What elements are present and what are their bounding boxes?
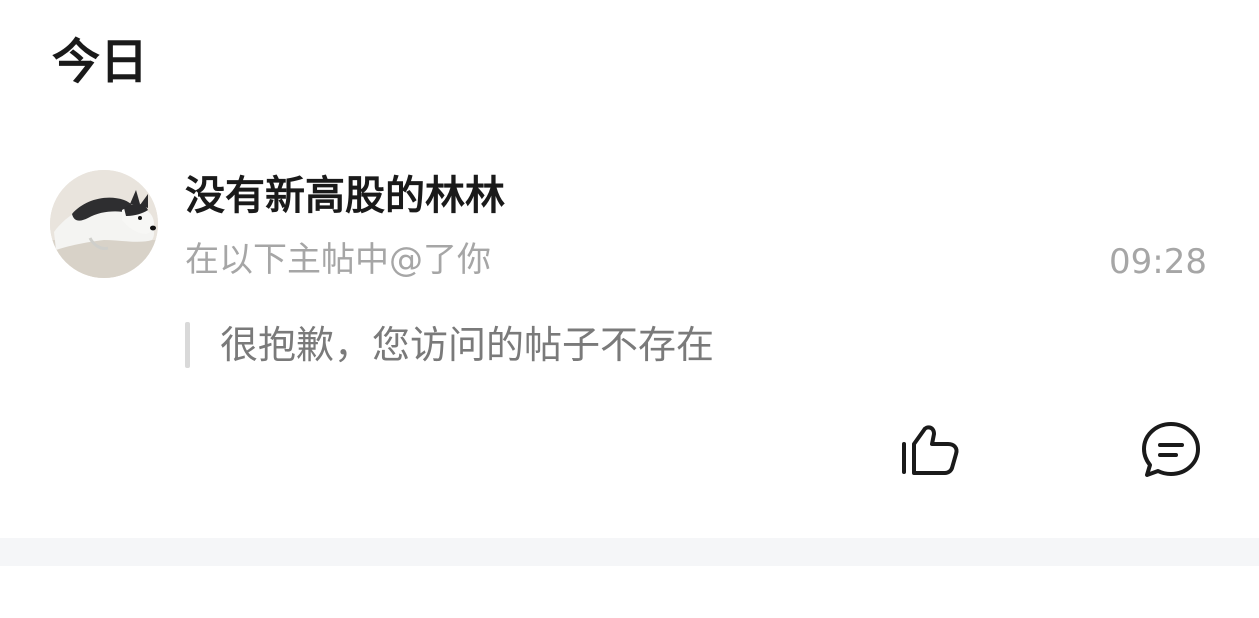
avatar[interactable]: [50, 170, 158, 278]
comment-bubble-icon: [1142, 422, 1200, 477]
comment-button[interactable]: [1138, 420, 1204, 480]
quote-bar: [185, 322, 190, 368]
quoted-post[interactable]: 很抱歉，您访问的帖子不存在: [185, 320, 714, 370]
section-divider: [0, 538, 1259, 566]
section-title-today: 今日: [52, 34, 149, 90]
quoted-post-text: 很抱歉，您访问的帖子不存在: [220, 323, 715, 367]
mention-notification-item[interactable]: 没有新高股的林林 在以下主帖中@了你 09:28 很抱歉，您访问的帖子不存在: [0, 160, 1259, 540]
like-button[interactable]: [896, 420, 962, 480]
mention-description: 在以下主帖中@了你: [185, 240, 491, 280]
timestamp: 09:28: [1109, 242, 1207, 282]
husky-dog-avatar-icon: [50, 170, 158, 278]
username[interactable]: 没有新高股的林林: [185, 170, 505, 222]
thumbs-up-icon: [902, 425, 959, 475]
